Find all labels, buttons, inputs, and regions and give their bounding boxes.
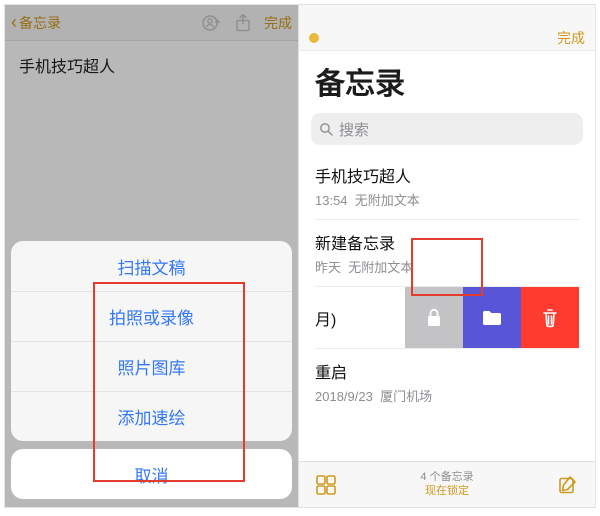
note-meta: 2018/9/23 厦门机场 [315, 386, 579, 405]
trash-icon [541, 307, 559, 329]
note-meta: 13:54 无附加文本 [315, 190, 579, 209]
action-photo-library[interactable]: 照片图库 [11, 341, 292, 391]
now-indicator-icon [309, 33, 319, 43]
notes-count: 4 个备忘录 [420, 471, 473, 485]
list-item[interactable]: 重启 2018/9/23 厦门机场 [315, 349, 579, 415]
action-scan-document[interactable]: 扫描文稿 [11, 241, 292, 291]
nav-bar-right: 完成 [299, 25, 595, 51]
note-meta: 月) [315, 306, 336, 330]
list-item[interactable]: 手机技巧超人 13:54 无附加文本 [315, 153, 579, 220]
toolbar-status: 4 个备忘录 现在锁定 [420, 471, 473, 499]
right-screenshot: 完成 备忘录 搜索 手机技巧超人 13:54 无附加文本 新建备忘录 昨天 无附… [299, 5, 595, 507]
note-title: 手机技巧超人 [315, 163, 579, 187]
note-title: 新建备忘录 [315, 230, 579, 254]
action-sheet: 扫描文稿 拍照或录像 照片图库 添加速绘 [11, 241, 292, 441]
note-title: 重启 [315, 359, 579, 383]
list-item-swiped[interactable]: 月) [315, 287, 579, 349]
note-meta: 昨天 无附加文本 [315, 257, 579, 276]
search-input[interactable]: 搜索 [311, 113, 583, 145]
status-bar-right [299, 5, 595, 25]
action-cancel[interactable]: 取消 [11, 449, 292, 499]
swipe-action-move[interactable] [463, 287, 521, 348]
list-item[interactable]: 新建备忘录 昨天 无附加文本 [315, 220, 579, 287]
swipe-action-lock[interactable] [405, 287, 463, 348]
done-button-right[interactable]: 完成 [557, 28, 585, 48]
compose-icon[interactable] [557, 474, 579, 496]
folder-icon [481, 309, 503, 327]
left-screenshot: ‹ 备忘录 完成 手机技巧超人 扫描文稿 拍照或录像 照片图库 添加速绘 取消 [5, 5, 299, 507]
swipe-action-delete[interactable] [521, 287, 579, 348]
page-title: 备忘录 [299, 51, 595, 113]
notes-list: 手机技巧超人 13:54 无附加文本 新建备忘录 昨天 无附加文本 月) [299, 153, 595, 415]
search-icon [319, 122, 333, 136]
lock-status[interactable]: 现在锁定 [420, 485, 473, 499]
gallery-view-icon[interactable] [315, 474, 337, 496]
action-photo-or-video[interactable]: 拍照或录像 [11, 291, 292, 341]
bottom-toolbar: 4 个备忘录 现在锁定 [299, 461, 595, 507]
lock-icon [424, 307, 444, 329]
search-placeholder: 搜索 [339, 119, 369, 140]
action-add-sketch[interactable]: 添加速绘 [11, 391, 292, 441]
